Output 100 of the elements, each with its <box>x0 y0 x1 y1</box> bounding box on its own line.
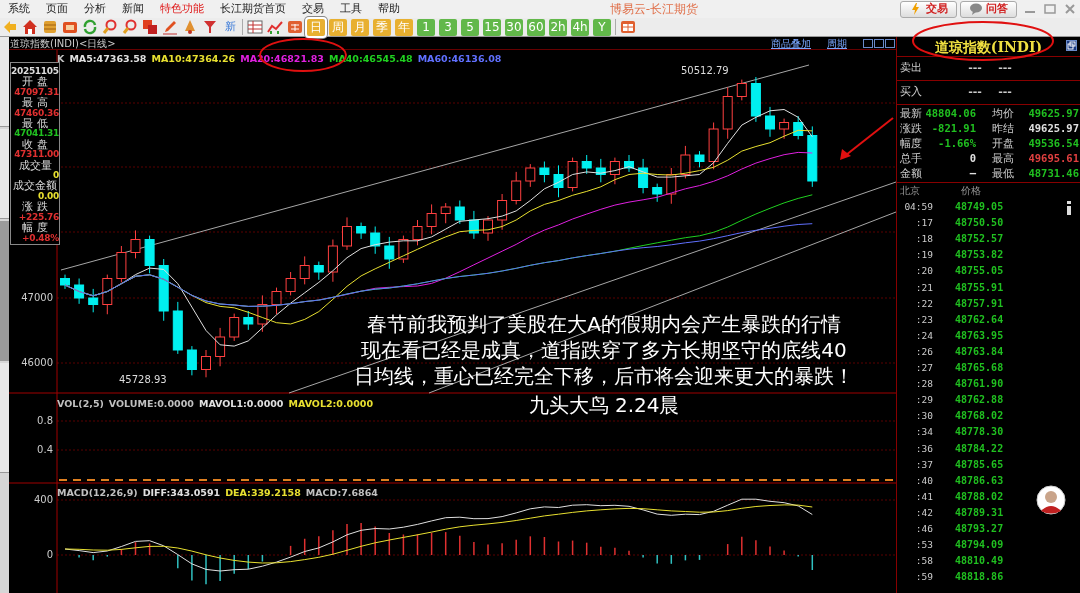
menu-item[interactable]: 分析 <box>76 0 114 18</box>
menu-item[interactable]: 交易 <box>294 0 332 18</box>
zoom-in-icon[interactable] <box>102 19 118 35</box>
info-label: 收 盘 <box>21 138 49 150</box>
info-value: 47311.00 <box>13 149 59 160</box>
candle <box>285 271 296 296</box>
period-button[interactable]: 月 <box>351 18 369 36</box>
quote-value: 49625.97 <box>1028 106 1080 121</box>
menu-item[interactable]: 系统 <box>0 0 38 18</box>
zoom-out-icon[interactable] <box>122 19 138 35</box>
info-label: 最 高 <box>21 97 49 108</box>
tick-time: :40 <box>914 473 933 488</box>
period-button[interactable]: Y <box>593 18 611 36</box>
candle <box>356 222 367 240</box>
tick-time: :17 <box>914 216 933 231</box>
toolbar-button[interactable]: 问答 <box>960 0 1017 18</box>
chart-icon[interactable] <box>267 19 283 35</box>
candle <box>525 163 536 188</box>
quote-label: 最低 <box>992 166 1014 181</box>
candle <box>60 274 70 290</box>
bell-icon[interactable] <box>182 19 198 35</box>
tick-time: :42 <box>914 505 933 520</box>
tick-price: 48755.91 <box>955 280 1005 295</box>
caption-line: 日均线，重心已经完全下移，后市将会迎来更大的暴跌！ <box>354 365 854 388</box>
avatar-icon[interactable] <box>1036 485 1066 516</box>
candle <box>172 301 183 355</box>
tick-price: 48750.50 <box>955 216 1005 231</box>
period-button[interactable]: 5 <box>461 18 479 36</box>
info-label: 最 低 <box>21 118 49 129</box>
period-button[interactable]: 周 <box>329 18 347 36</box>
home-icon[interactable] <box>22 19 38 35</box>
macd-bar <box>684 554 687 562</box>
macd-bar <box>106 554 109 558</box>
quote-label: 幅度 <box>900 136 922 151</box>
candle <box>793 115 804 140</box>
maximize-icon[interactable] <box>1043 3 1057 15</box>
period-button[interactable]: 15 <box>483 18 501 36</box>
candle <box>257 294 268 333</box>
macd-bar <box>543 536 546 556</box>
period-button[interactable]: 1 <box>417 18 435 36</box>
period-button[interactable]: 60 <box>527 18 545 36</box>
macd-bar <box>698 554 701 561</box>
refresh-icon[interactable] <box>82 19 98 35</box>
candle <box>638 158 649 194</box>
period-button[interactable]: 4h <box>571 18 589 36</box>
axis-label: 0.4 <box>37 444 53 455</box>
menu-item[interactable]: 特色功能 <box>152 0 212 18</box>
candle <box>708 122 719 170</box>
info-label: 成交量 <box>17 159 53 171</box>
tick-time: :34 <box>914 425 933 440</box>
new-button[interactable]: 新 <box>222 18 238 36</box>
candle <box>299 255 310 285</box>
tick-time: :19 <box>914 248 933 263</box>
period-button[interactable]: 30 <box>505 18 523 36</box>
legend-item: VOLUME:0.0000 <box>108 397 194 411</box>
legend-item: VOL(2,5) <box>57 397 104 411</box>
quote-label: 金额 <box>900 166 922 181</box>
candle <box>130 229 141 259</box>
legend-item: MACD:7.6864 <box>305 486 378 500</box>
axis-label: 46000 <box>21 357 53 368</box>
tick-time: :20 <box>914 264 933 279</box>
legend-item: MA60:46136.08 <box>417 52 502 66</box>
tick-price: 48793.27 <box>955 521 1005 536</box>
info-icon[interactable] <box>1066 201 1072 216</box>
table-icon[interactable] <box>247 19 263 35</box>
windows-icon[interactable] <box>142 19 158 35</box>
period-button[interactable]: 季 <box>373 18 391 36</box>
period-button[interactable]: 2h <box>549 18 567 36</box>
menu-item[interactable]: 工具 <box>332 0 370 18</box>
period-button[interactable]: 年 <box>395 18 413 36</box>
candle <box>440 202 451 224</box>
chart-link[interactable]: 周期 <box>827 35 847 51</box>
macd-bar <box>571 539 574 556</box>
toolbar-button[interactable]: 交易 <box>900 0 957 18</box>
chart-link[interactable]: 商品叠加 <box>771 35 811 51</box>
candle <box>88 288 99 313</box>
quote-label: 涨跌 <box>900 121 922 136</box>
calendar-icon[interactable] <box>620 19 636 35</box>
axis-label: 47000 <box>21 292 53 303</box>
tick-price: 48762.88 <box>955 393 1005 408</box>
menu-item[interactable]: 长江期货首页 <box>212 0 294 18</box>
menu-item[interactable]: 帮助 <box>370 0 408 18</box>
close-icon[interactable] <box>1063 3 1077 15</box>
menu-item[interactable]: 新闻 <box>114 0 152 18</box>
candle <box>553 164 564 198</box>
info-label: 幅 度 <box>21 222 48 233</box>
period-button[interactable]: 日 <box>307 18 325 36</box>
folder-icon[interactable] <box>62 19 78 35</box>
pencil-icon[interactable] <box>162 19 178 35</box>
grid-icon[interactable] <box>287 19 303 35</box>
quote-value: — <box>969 166 977 181</box>
menu-item[interactable]: 页面 <box>38 0 76 18</box>
restore-icon[interactable] <box>1066 40 1077 51</box>
tick-price: 48786.63 <box>955 473 1005 488</box>
quote-value: -821.91 <box>931 121 977 136</box>
candle <box>666 167 677 205</box>
macd-bar <box>148 542 151 556</box>
stack-icon[interactable] <box>42 19 58 35</box>
period-button[interactable]: 3 <box>439 18 457 36</box>
candle <box>779 118 790 140</box>
